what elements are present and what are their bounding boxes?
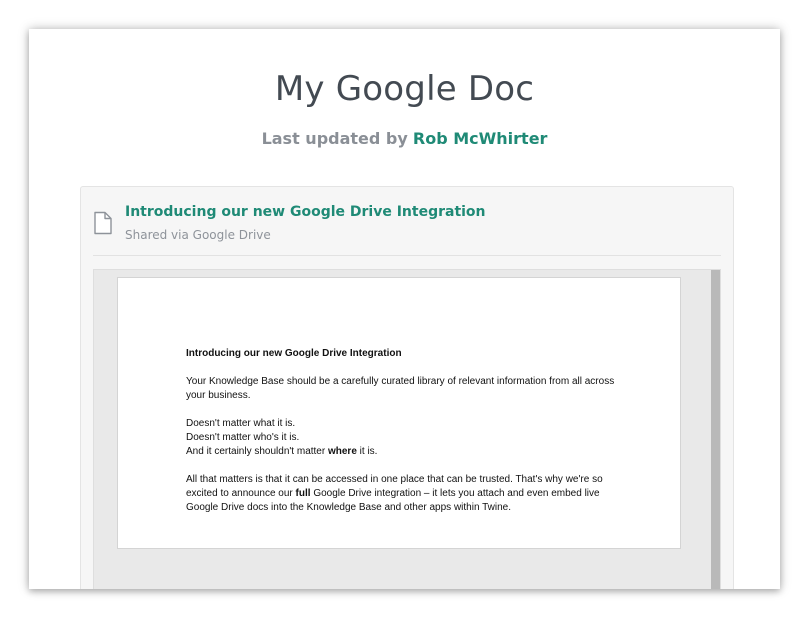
page-title: My Google Doc bbox=[274, 69, 535, 109]
document-bold-text: full bbox=[295, 488, 311, 499]
document-bold-text: where bbox=[327, 446, 357, 457]
last-updated-label: Last updated by bbox=[261, 129, 408, 148]
document-body: Introducing our new Google Drive Integra… bbox=[186, 347, 626, 529]
document-paragraph: Doesn't matter what it is. Doesn't matte… bbox=[186, 417, 626, 459]
divider bbox=[93, 255, 721, 256]
document-line: And it certainly shouldn't matter bbox=[186, 446, 326, 457]
viewer-scrollbar[interactable] bbox=[711, 270, 720, 589]
document-line: Doesn't matter what it is. bbox=[186, 418, 296, 429]
document-heading: Introducing our new Google Drive Integra… bbox=[186, 348, 402, 359]
document-card: My Google Doc Last updated by Rob McWhir… bbox=[29, 29, 780, 589]
document-viewer[interactable]: Introducing our new Google Drive Integra… bbox=[93, 269, 721, 589]
file-icon bbox=[93, 211, 113, 235]
document-paragraph: All that matters is that it can be acces… bbox=[186, 473, 626, 515]
attachment-source: Shared via Google Drive bbox=[125, 228, 271, 242]
document-paragraph: Your Knowledge Base should be a carefull… bbox=[186, 376, 615, 401]
document-line: Doesn't matter who's it is. bbox=[186, 432, 300, 443]
attachment-panel: Introducing our new Google Drive Integra… bbox=[80, 186, 734, 589]
attachment-title-link[interactable]: Introducing our new Google Drive Integra… bbox=[125, 204, 486, 220]
last-updated: Last updated by Rob McWhirter bbox=[29, 129, 780, 148]
document-line: it is. bbox=[359, 446, 378, 457]
author-link[interactable]: Rob McWhirter bbox=[413, 129, 548, 148]
document-page: Introducing our new Google Drive Integra… bbox=[117, 277, 681, 549]
